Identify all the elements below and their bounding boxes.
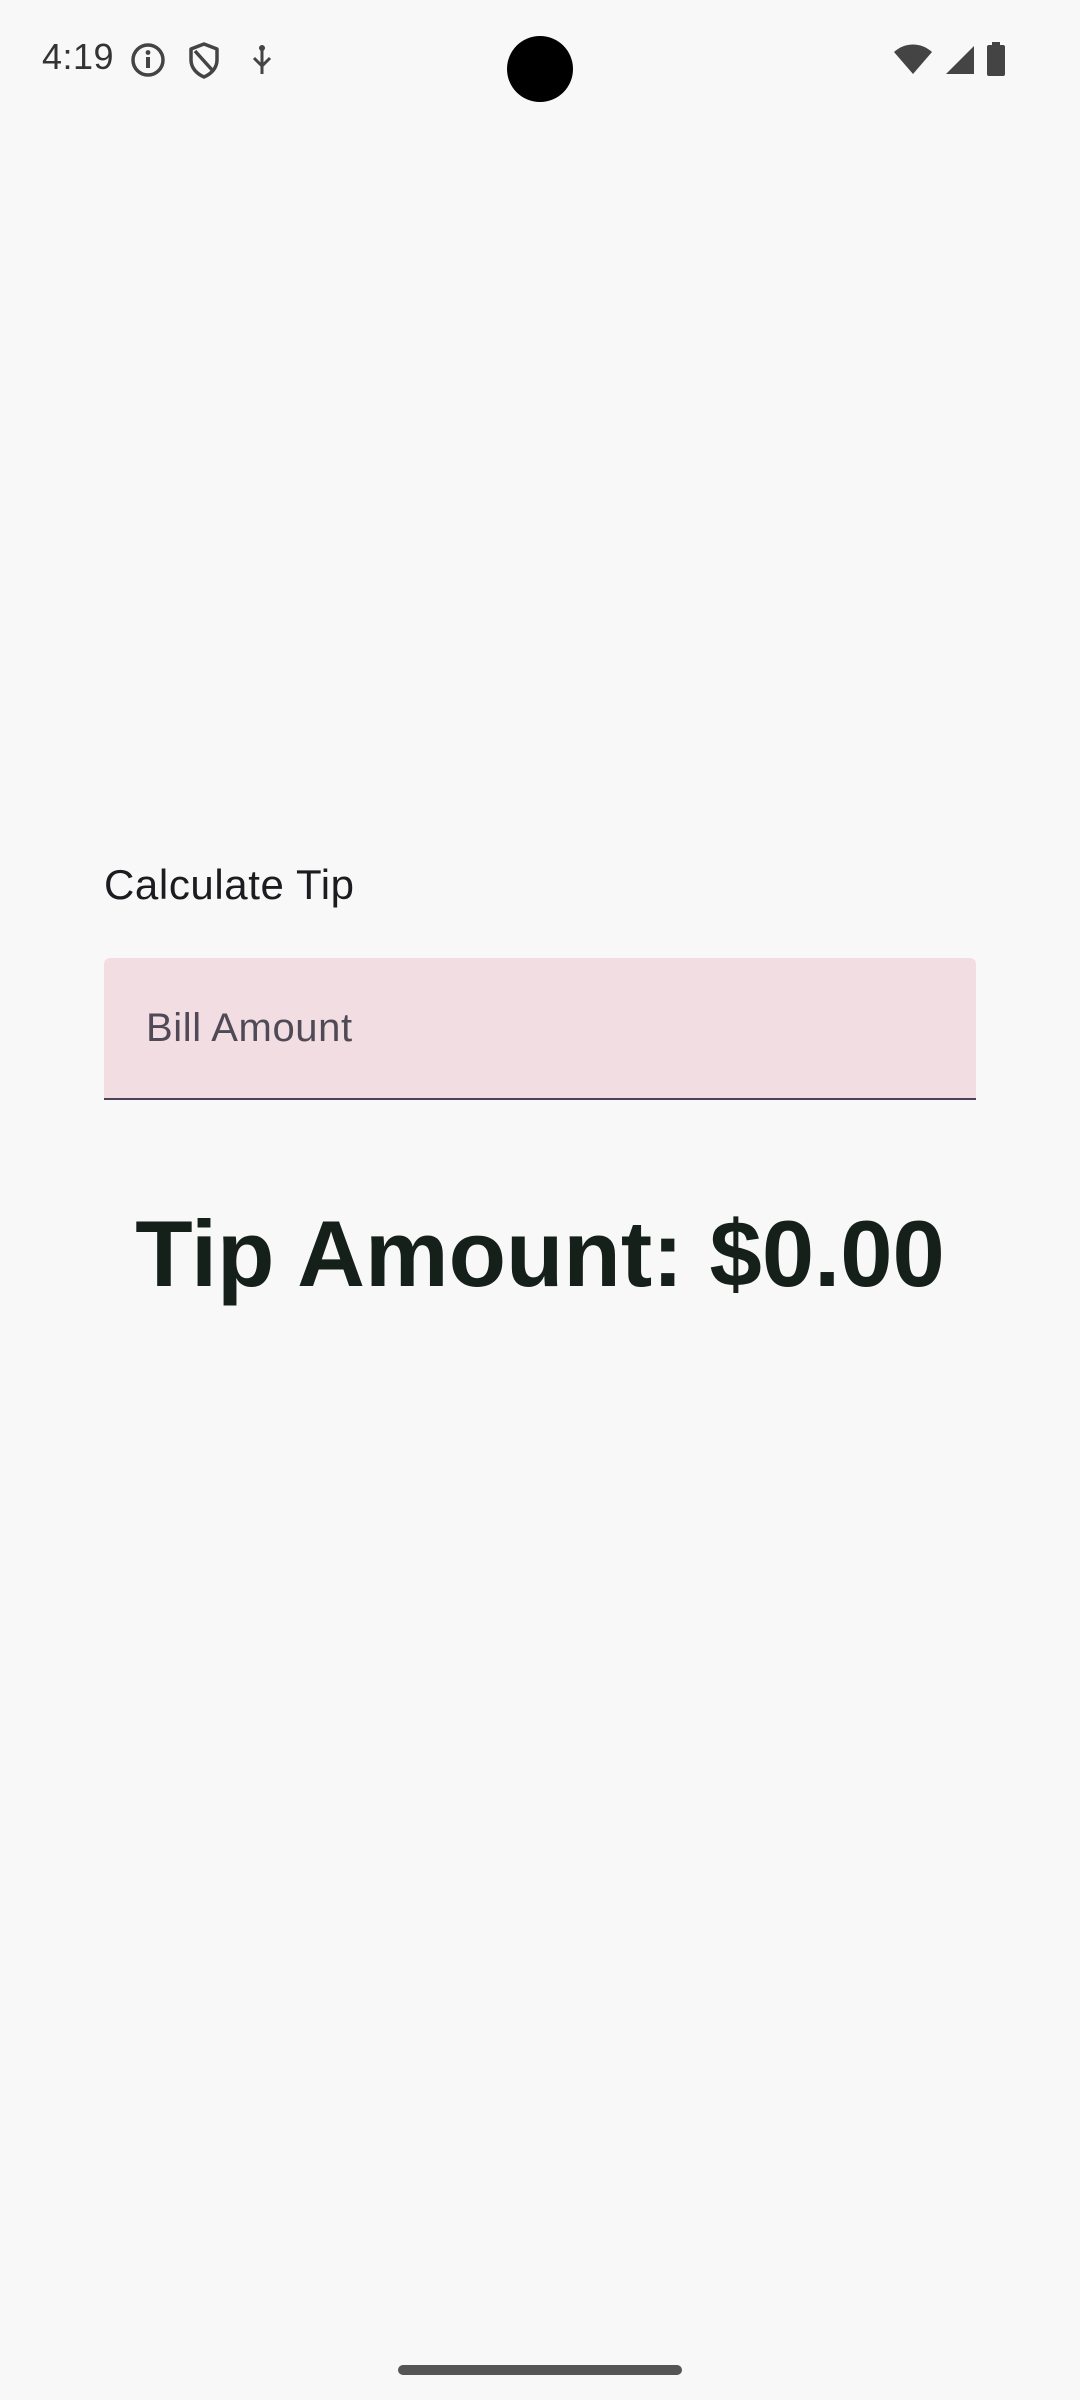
battery-icon [984, 40, 1008, 80]
wifi-icon [892, 40, 934, 80]
info-icon [128, 40, 168, 80]
home-indicator[interactable] [398, 2365, 682, 2375]
usb-debug-icon [242, 40, 282, 80]
shield-icon [184, 40, 224, 80]
bill-amount-field[interactable] [104, 958, 976, 1100]
camera-cutout [507, 36, 573, 102]
bill-amount-input[interactable] [104, 958, 976, 1098]
page-title: Calculate Tip [104, 861, 355, 908]
app-screen: 4:19 Calculate Tip Bill Amount Tip Amoun… [0, 0, 1080, 2400]
tip-amount-text: Tip Amount: $0.00 [135, 1201, 945, 1306]
cellular-signal-icon [940, 40, 980, 80]
status-time: 4:19 [42, 36, 115, 77]
status-bar: 4:19 [0, 0, 1080, 120]
